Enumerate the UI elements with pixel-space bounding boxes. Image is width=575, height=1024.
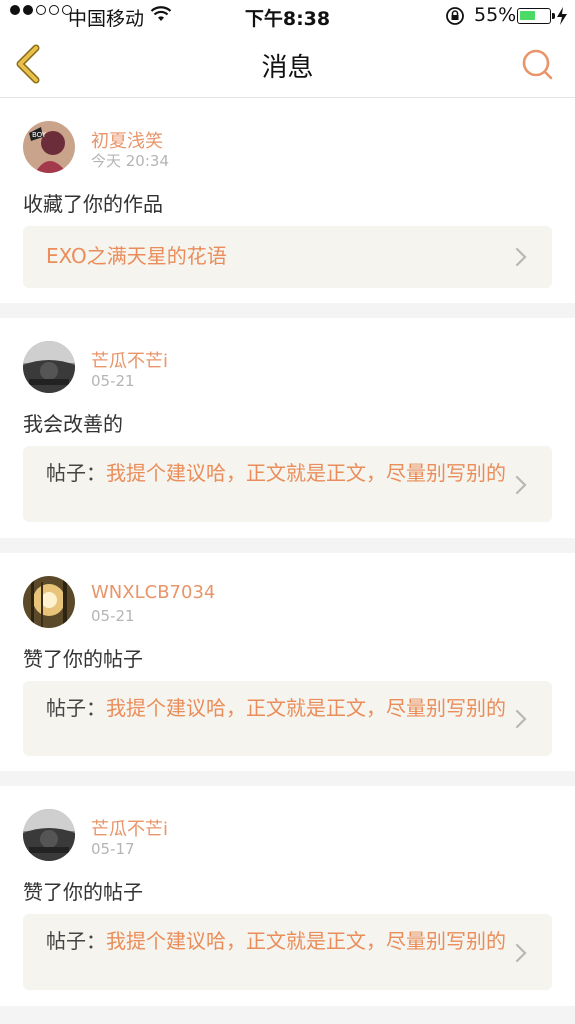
search-button[interactable] (520, 47, 554, 81)
battery-percentage: 55% (474, 4, 517, 26)
message-card[interactable]: 芒瓜不芒i 05-21 我会改善的 帖子：我提个建议哈，正文就是正文，尽量别写别… (0, 318, 575, 538)
message-card[interactable]: BOY 初夏浅笑 今天 20:34 收藏了你的作品 EXO之满天星的花语 (0, 98, 575, 303)
sender-name[interactable]: 芒瓜不芒i (91, 815, 168, 841)
chevron-right-icon (515, 943, 527, 963)
chevron-right-icon (515, 475, 527, 495)
work-title: EXO之满天星的花语 (46, 244, 227, 268)
avatar[interactable]: BOY (23, 121, 75, 173)
message-action: 我会改善的 (23, 412, 123, 436)
post-label: 帖子： (46, 461, 106, 485)
chevron-right-icon (515, 247, 527, 267)
post-title: 我提个建议哈，正文就是正文，尽量别写别的 (106, 929, 506, 953)
battery-icon (517, 8, 555, 24)
avatar[interactable] (23, 341, 75, 393)
post-link[interactable]: 帖子：我提个建议哈，正文就是正文，尽量别写别的 (23, 446, 552, 522)
work-link[interactable]: EXO之满天星的花语 (23, 226, 552, 288)
nav-bar: 消息 (0, 32, 575, 98)
message-date: 05-21 (91, 607, 135, 625)
message-action: 赞了你的帖子 (23, 880, 143, 904)
message-card[interactable]: WNXLCB7034 05-21 赞了你的帖子 帖子：我提个建议哈，正文就是正文… (0, 553, 575, 771)
post-link[interactable]: 帖子：我提个建议哈，正文就是正文，尽量别写别的 (23, 681, 552, 756)
message-date: 05-17 (91, 840, 135, 858)
post-title: 我提个建议哈，正文就是正文，尽量别写别的 (106, 461, 506, 485)
message-date: 05-21 (91, 372, 135, 390)
post-title: 我提个建议哈，正文就是正文，尽量别写别的 (106, 696, 506, 720)
page-title: 消息 (261, 53, 314, 83)
status-bar: 中国移动 下午8:38 55% (0, 0, 575, 32)
sender-name[interactable]: 芒瓜不芒i (91, 347, 168, 373)
search-icon (522, 49, 553, 80)
orientation-lock-icon (445, 6, 465, 31)
message-card[interactable]: 芒瓜不芒i 05-17 赞了你的帖子 帖子：我提个建议哈，正文就是正文，尽量别写… (0, 786, 575, 1006)
chevron-right-icon (515, 709, 527, 729)
charging-icon (556, 6, 568, 31)
avatar[interactable] (23, 809, 75, 861)
message-date: 今天 20:34 (91, 152, 169, 170)
message-action: 赞了你的帖子 (23, 647, 143, 671)
svg-text:BOY: BOY (32, 131, 47, 139)
sender-name[interactable]: WNXLCB7034 (91, 582, 215, 603)
message-action: 收藏了你的作品 (23, 192, 163, 216)
post-link[interactable]: 帖子：我提个建议哈，正文就是正文，尽量别写别的 (23, 914, 552, 990)
post-label: 帖子： (46, 929, 106, 953)
post-label: 帖子： (46, 696, 106, 720)
avatar[interactable] (23, 576, 75, 628)
